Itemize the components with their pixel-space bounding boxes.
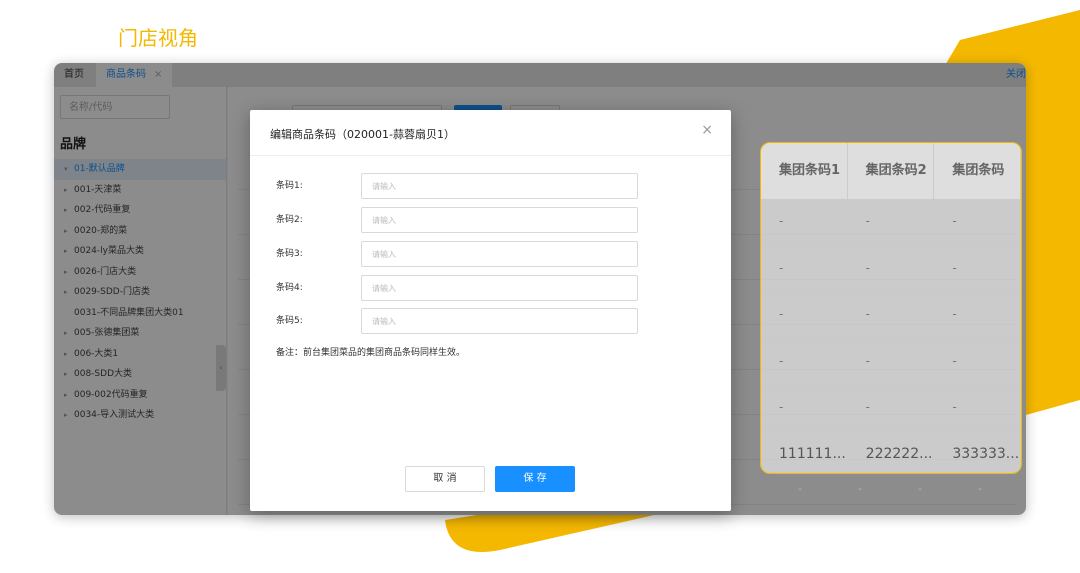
table-cell: -	[865, 307, 871, 321]
barcode-1-input[interactable]	[361, 173, 638, 199]
edit-barcode-modal: 编辑商品条码（020001-蒜蓉扇贝1） × 条码1: 条码2: 条码3: 条码…	[250, 110, 731, 511]
table-row: ---	[761, 385, 1021, 432]
table-row: ---	[761, 339, 1021, 385]
barcode-5-row: 条码5:	[276, 308, 716, 334]
table-row: - - - -	[770, 484, 1010, 495]
table-cell: -	[865, 214, 871, 228]
table-cell: 333333...	[952, 445, 1020, 462]
save-button[interactable]: 保 存	[495, 466, 575, 492]
table-cell: -	[779, 260, 784, 275]
table-cell: -	[798, 484, 802, 495]
barcode-2-label: 条码2:	[276, 215, 303, 225]
modal-header: 编辑商品条码（020001-蒜蓉扇贝1） ×	[250, 110, 731, 156]
table-header: 集团条码1 集团条码2 集团条码	[761, 143, 1021, 199]
table-row: 111111... 222222... 333333...	[761, 432, 1021, 474]
barcode-1-label: 条码1:	[276, 181, 303, 191]
barcode-3-input[interactable]	[361, 241, 638, 267]
table-cell: -	[952, 353, 957, 368]
header-group-barcode-1: 集团条码1	[761, 143, 848, 199]
table-cell: -	[779, 214, 784, 228]
table-row: ---	[761, 292, 1021, 339]
table-cell: -	[865, 400, 871, 414]
table-row: ---	[761, 199, 1021, 246]
table-cell: -	[918, 484, 922, 495]
close-icon[interactable]: ×	[701, 122, 713, 138]
remark-note: 备注：前台集团菜品的集团商品条码同样生效。	[276, 348, 466, 358]
table-cell: -	[865, 260, 871, 275]
header-group-barcode-3: 集团条码	[934, 143, 1021, 199]
modal-title: 编辑商品条码（020001-蒜蓉扇贝1）	[270, 128, 455, 141]
table-cell: -	[858, 484, 862, 495]
cancel-button[interactable]: 取 消	[405, 466, 485, 492]
table-cell: -	[779, 353, 784, 368]
table-cell: -	[779, 307, 784, 321]
barcode-4-row: 条码4:	[276, 275, 716, 301]
table-cell: -	[952, 400, 957, 414]
barcode-5-input[interactable]	[361, 308, 638, 334]
table-cell: -	[779, 400, 784, 414]
table-cell: 222222...	[865, 445, 933, 462]
barcode-3-row: 条码3:	[276, 241, 716, 267]
table-cell: -	[952, 260, 957, 275]
barcode-4-input[interactable]	[361, 275, 638, 301]
header-group-barcode-2: 集团条码2	[848, 143, 935, 199]
barcode-5-label: 条码5:	[276, 316, 303, 326]
barcode-table-callout: 集团条码1 集团条码2 集团条码 - - - - - - - - - - - - - - - 111111.…	[760, 142, 1022, 474]
table-cell: -	[865, 353, 871, 368]
barcode-4-label: 条码4:	[276, 283, 303, 293]
table-cell: -	[952, 307, 957, 321]
table-row: ---	[761, 246, 1021, 292]
barcode-3-label: 条码3:	[276, 249, 303, 259]
table-cell: -	[978, 484, 982, 495]
barcode-2-input[interactable]	[361, 207, 638, 233]
table-cell: -	[952, 214, 957, 228]
barcode-2-row: 条码2:	[276, 207, 716, 233]
barcode-1-row: 条码1:	[276, 173, 716, 199]
table-cell: 111111...	[779, 445, 846, 462]
store-view-label: 门店视角	[118, 26, 198, 50]
